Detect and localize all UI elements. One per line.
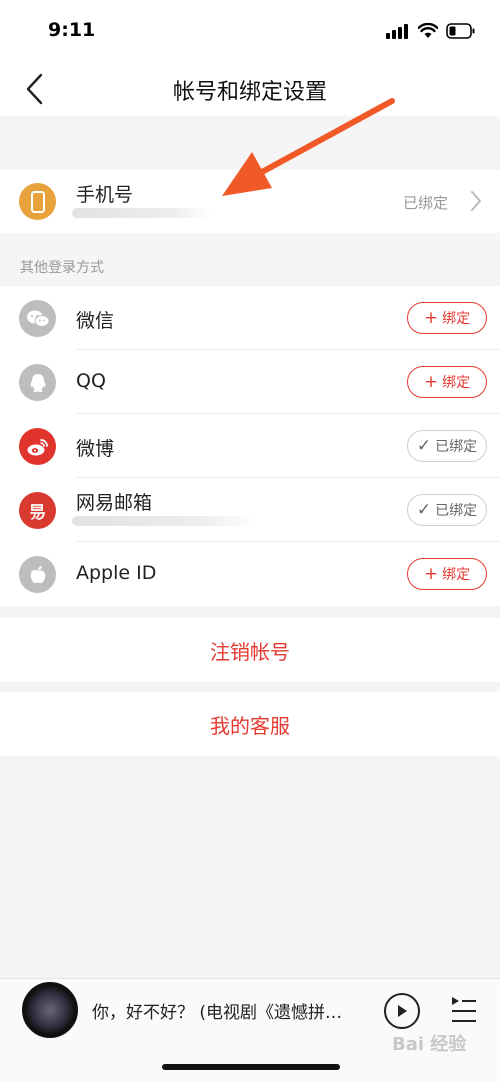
bound-label: 已绑定 [435, 439, 478, 455]
customer-service-button[interactable]: 我的客服 [0, 692, 500, 756]
album-cover[interactable] [22, 982, 78, 1038]
account-label: 网易邮箱 [76, 492, 153, 514]
account-label: Apple ID [76, 562, 157, 584]
qq-icon [19, 364, 56, 401]
play-icon [398, 1005, 407, 1017]
bind-label: 绑定 [442, 567, 471, 583]
bind-label: 绑定 [442, 311, 471, 327]
bind-button-apple-id[interactable]: + 绑定 [407, 558, 487, 590]
bound-button-netease-mail[interactable]: ✓ 已绑定 [407, 494, 487, 526]
login-methods-list: 微信 + 绑定 QQ + 绑定 微博 ✓ 已绑定 网易邮箱 ✓ 已绑定 Appl… [0, 286, 500, 606]
song-title[interactable]: 你，好不好？ (电视剧《遗憾拼… [92, 998, 367, 1023]
bind-label: 绑定 [442, 375, 471, 391]
email-redacted [72, 516, 257, 526]
play-button[interactable] [384, 993, 420, 1029]
annotation-arrow [222, 98, 395, 196]
list-item-wechat: 微信 + 绑定 [0, 286, 500, 350]
wechat-icon [19, 300, 56, 337]
check-icon: ✓ [416, 499, 432, 520]
playlist-icon [452, 997, 476, 1022]
bind-button-qq[interactable]: + 绑定 [407, 366, 487, 398]
plus-icon: + [423, 563, 439, 584]
list-item-netease-mail: 网易邮箱 ✓ 已绑定 [0, 478, 500, 542]
cancel-account-button[interactable]: 注销帐号 [0, 618, 500, 682]
account-label: 微信 [76, 310, 115, 332]
account-label: 微博 [76, 438, 115, 460]
playlist-button[interactable] [446, 993, 482, 1029]
plus-icon: + [423, 307, 439, 328]
apple-icon [19, 556, 56, 593]
plus-icon: + [423, 371, 439, 392]
list-item-qq: QQ + 绑定 [0, 350, 500, 414]
check-icon: ✓ [416, 435, 432, 456]
bind-button-wechat[interactable]: + 绑定 [407, 302, 487, 334]
list-item-weibo: 微博 ✓ 已绑定 [0, 414, 500, 478]
netease-mail-icon [19, 492, 56, 529]
bound-label: 已绑定 [435, 503, 478, 519]
bound-button-weibo[interactable]: ✓ 已绑定 [407, 430, 487, 462]
home-indicator[interactable] [162, 1064, 340, 1070]
account-label: QQ [76, 370, 106, 392]
section-title: 其他登录方式 [20, 260, 104, 276]
watermark: Bai 经验 [392, 1034, 467, 1055]
weibo-icon [19, 428, 56, 465]
list-item-apple-id: Apple ID + 绑定 [0, 542, 500, 606]
